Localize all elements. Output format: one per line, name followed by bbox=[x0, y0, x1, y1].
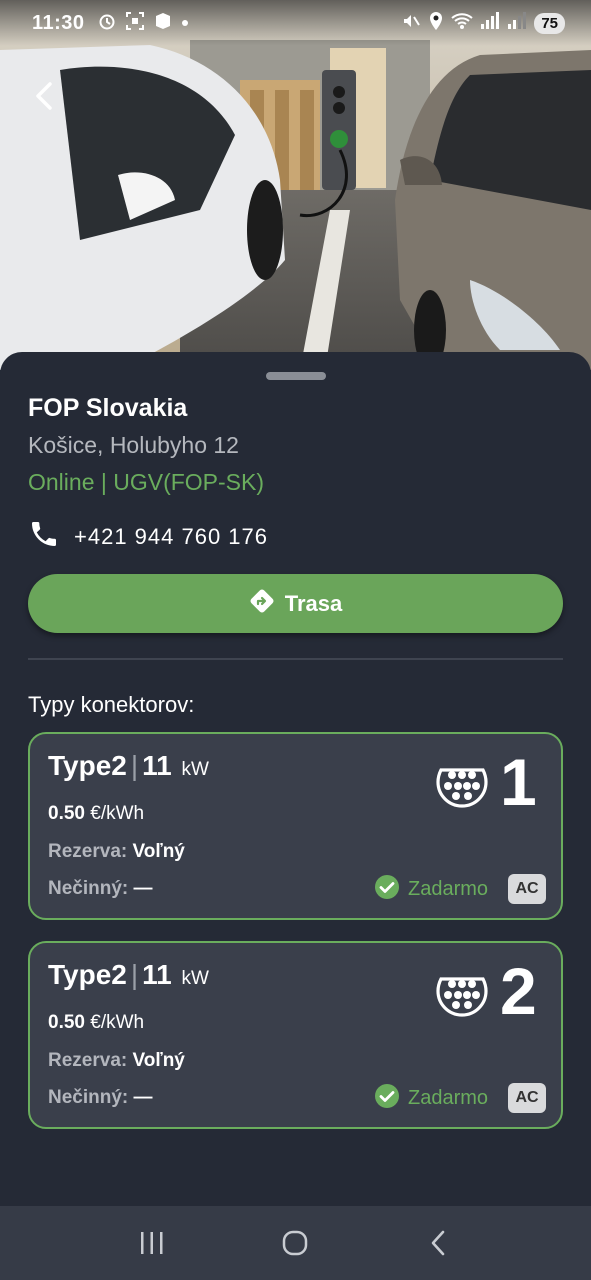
station-status: Online | UGV(FOP-SK) bbox=[28, 469, 265, 495]
station-details-sheet: FOP Slovakia Košice, Holubyho 12 Online … bbox=[0, 352, 591, 1206]
free-charging-indicator: Zadarmo bbox=[374, 1083, 488, 1114]
back-arrow-icon bbox=[36, 82, 52, 110]
connector-separator: | bbox=[130, 959, 139, 990]
check-circle-icon bbox=[374, 1083, 400, 1114]
current-type-badge: AC bbox=[508, 1083, 546, 1113]
connector-reservation: Rezerva: Voľný bbox=[48, 841, 185, 863]
status-time: 11:30 bbox=[32, 11, 85, 34]
wifi-icon bbox=[451, 12, 473, 35]
check-circle-icon bbox=[374, 874, 400, 905]
home-button[interactable] bbox=[277, 1225, 313, 1261]
divider bbox=[28, 658, 563, 660]
connector-idle: Nečinný: — bbox=[48, 1087, 153, 1109]
battery-indicator: 75 bbox=[534, 12, 565, 34]
connector-reservation: Rezerva: Voľný bbox=[48, 1050, 185, 1072]
current-type-badge: AC bbox=[508, 874, 546, 904]
reservation-value: Voľný bbox=[132, 841, 185, 862]
station-photo bbox=[0, 0, 591, 370]
route-button[interactable]: Trasa bbox=[28, 574, 563, 633]
phone-link[interactable]: +421 944 760 176 bbox=[28, 518, 268, 555]
signal-icon bbox=[480, 11, 500, 35]
station-name: FOP Slovakia bbox=[28, 394, 188, 422]
connector-type: Type2 bbox=[48, 750, 127, 781]
free-label: Zadarmo bbox=[408, 878, 489, 900]
idle-label: Nečinný: bbox=[48, 878, 129, 899]
recent-apps-button[interactable] bbox=[134, 1225, 170, 1261]
connector-card-2[interactable]: Type2 | 11 kW 0.50 €/kWh Rezerva: Voľný Ne… bbox=[28, 941, 563, 1129]
idle-value: — bbox=[133, 878, 153, 899]
screenshot-icon bbox=[125, 11, 145, 36]
back-button[interactable] bbox=[28, 78, 64, 114]
connector-price: 0.50 bbox=[48, 803, 85, 824]
connector-price: 0.50 bbox=[48, 1012, 85, 1033]
idle-value: — bbox=[133, 1087, 153, 1108]
reservation-label: Rezerva: bbox=[48, 841, 128, 862]
mute-icon bbox=[401, 11, 421, 36]
connector-card-1[interactable]: Type2 | 11 kW 0.50 €/kWh Rezerva: Voľný Ne… bbox=[28, 732, 563, 920]
dot-icon bbox=[181, 14, 189, 32]
connector-idle: Nečinný: — bbox=[48, 878, 153, 900]
connector-price-unit: €/kWh bbox=[90, 1012, 145, 1033]
connector-price-line: 0.50 €/kWh bbox=[48, 1012, 144, 1034]
free-charging-indicator: Zadarmo bbox=[374, 874, 488, 905]
nav-back-icon bbox=[431, 1230, 445, 1256]
connector-power-unit: kW bbox=[181, 759, 209, 780]
connector-price-line: 0.50 €/kWh bbox=[48, 803, 144, 825]
connector-power: 11 bbox=[142, 750, 172, 781]
connector-number: 2 bbox=[500, 954, 537, 1028]
connector-type-line: Type2 | 11 kW bbox=[48, 750, 209, 782]
connectors-heading: Typy konektorov: bbox=[28, 692, 195, 717]
station-address: Košice, Holubyho 12 bbox=[28, 432, 239, 458]
connector-price-unit: €/kWh bbox=[90, 803, 145, 824]
signal-2-icon bbox=[507, 11, 527, 35]
reservation-label: Rezerva: bbox=[48, 1050, 128, 1071]
connector-separator: | bbox=[130, 750, 139, 781]
phone-number: +421 944 760 176 bbox=[74, 523, 269, 549]
recent-apps-icon bbox=[140, 1232, 163, 1254]
connector-type: Type2 bbox=[48, 959, 127, 990]
nav-back-button[interactable] bbox=[421, 1225, 457, 1261]
app-notification-icon bbox=[153, 11, 173, 36]
alarm-icon bbox=[97, 11, 117, 36]
connector-power-unit: kW bbox=[181, 968, 209, 989]
home-icon bbox=[283, 1230, 308, 1256]
route-button-label: Trasa bbox=[284, 590, 343, 616]
connector-type-line: Type2 | 11 kW bbox=[48, 959, 209, 991]
status-bar: 11:30 75 bbox=[0, 0, 591, 46]
reservation-value: Voľný bbox=[132, 1050, 185, 1071]
idle-label: Nečinný: bbox=[48, 1087, 129, 1108]
free-label: Zadarmo bbox=[408, 1087, 489, 1109]
location-icon bbox=[428, 11, 444, 36]
directions-icon bbox=[249, 588, 275, 619]
connector-number: 1 bbox=[500, 745, 537, 819]
phone-icon bbox=[28, 518, 60, 555]
type2-connector-icon bbox=[434, 758, 490, 810]
system-nav-bar bbox=[0, 1206, 591, 1280]
sheet-drag-handle[interactable] bbox=[266, 372, 326, 380]
connector-power: 11 bbox=[142, 959, 172, 990]
type2-connector-icon bbox=[434, 967, 490, 1019]
